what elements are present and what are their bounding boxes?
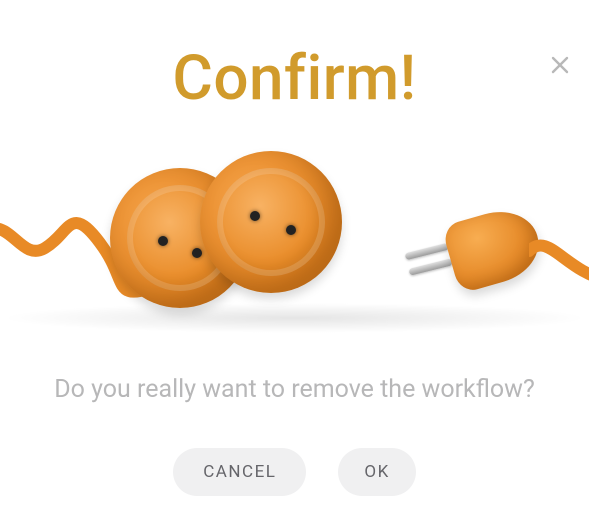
button-row: CANCEL OK: [0, 448, 589, 496]
dialog-title: Confirm!: [0, 42, 589, 115]
close-icon: [551, 56, 569, 74]
close-button[interactable]: [545, 50, 575, 80]
unplugged-cable-illustration: [0, 143, 589, 343]
plug-icon: [389, 203, 589, 323]
cancel-button[interactable]: CANCEL: [173, 448, 306, 496]
ok-button[interactable]: OK: [338, 448, 415, 496]
dialog-message: Do you really want to remove the workflo…: [0, 375, 589, 404]
confirm-dialog: Confirm! Do you really want to: [0, 42, 589, 526]
socket-icon: [200, 151, 342, 293]
